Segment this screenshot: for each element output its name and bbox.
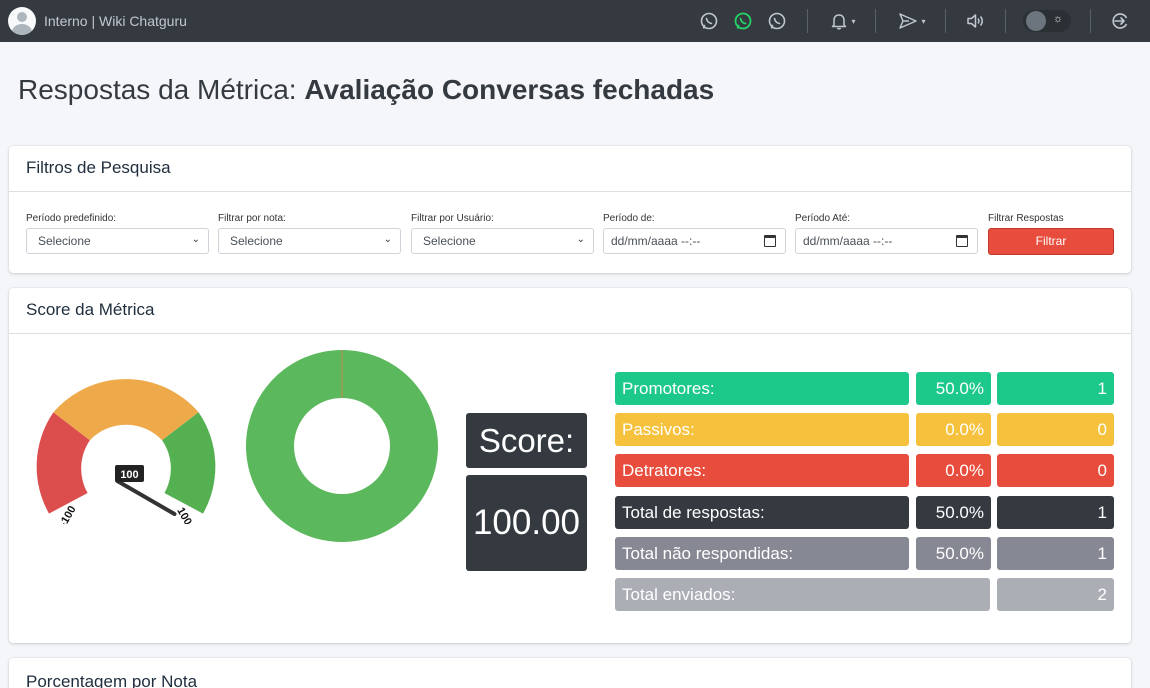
metric-name: Avaliação Conversas fechadas — [304, 74, 715, 105]
whatsapp-active-icon[interactable] — [732, 9, 754, 33]
sun-icon: ☼ — [1053, 13, 1064, 25]
score-value: 100.00 — [472, 503, 581, 542]
card-title: Score da Métrica — [26, 300, 155, 319]
periodo-ate-input[interactable]: dd/mm/aaaa --:-- — [795, 228, 978, 254]
score-label-box: Score: — [466, 413, 587, 468]
gauge-max-label: 100 — [174, 506, 194, 524]
periodo-label: Período predefinido: — [26, 213, 117, 224]
periodo-de-label: Período de: — [603, 213, 655, 224]
chevron-down-icon: ▾ — [851, 16, 856, 26]
brand-link[interactable]: Interno | Wiki Chatguru — [8, 6, 187, 36]
promotores-count: 1 — [997, 372, 1114, 405]
calendar-icon[interactable] — [956, 235, 968, 247]
usuario-select-value: Selecione — [423, 234, 476, 248]
total-respostas-count: 1 — [997, 496, 1114, 529]
nota-select-value: Selecione — [230, 234, 283, 248]
periodo-ate-label: Período Até: — [795, 213, 851, 224]
whatsapp-icon[interactable] — [766, 9, 788, 33]
nota-label: Filtrar por nota: — [218, 213, 286, 224]
periodo-select-value: Selecione — [38, 234, 91, 248]
user-avatar — [8, 7, 36, 35]
periodo-select[interactable]: Selecione ⌄ — [26, 228, 209, 254]
detratores-count: 0 — [997, 454, 1114, 487]
filters-card-header: Filtros de Pesquisa — [9, 146, 1131, 192]
nav-divider — [1090, 9, 1091, 33]
score-gauge: -100 100 100 — [36, 379, 216, 524]
page-title-prefix: Respostas da Métrica: — [18, 74, 305, 105]
score-card: Score da Métrica -100 100 100 Score: 100… — [9, 288, 1131, 643]
usuario-label: Filtrar por Usuário: — [411, 213, 494, 224]
gauge-value-label: 100 — [120, 469, 138, 481]
chevron-down-icon: ⌄ — [576, 234, 585, 245]
total-enviados-count: 2 — [997, 578, 1114, 611]
passivos-percent: 0.0% — [916, 413, 991, 446]
total-nao-respondidas-count: 1 — [997, 537, 1114, 570]
card-title: Porcentagem por Nota — [26, 672, 198, 688]
page-title: Respostas da Métrica: Avaliação Conversa… — [18, 74, 714, 106]
card-title: Filtros de Pesquisa — [26, 158, 171, 177]
volume-icon[interactable] — [963, 9, 987, 33]
periodo-ate-value: dd/mm/aaaa --:-- — [803, 234, 893, 248]
score-card-header: Score da Métrica — [9, 288, 1131, 334]
periodo-de-value: dd/mm/aaaa --:-- — [611, 234, 701, 248]
distribution-donut-chart — [246, 350, 438, 542]
whatsapp-icon[interactable] — [698, 9, 720, 33]
total-respostas-label: Total de respostas: — [615, 496, 909, 529]
brand-text: Interno | Wiki Chatguru — [44, 13, 187, 29]
notifications-dropdown[interactable]: ▾ — [827, 9, 859, 33]
send-icon — [899, 13, 918, 29]
nota-select[interactable]: Selecione ⌄ — [218, 228, 401, 254]
filters-card: Filtros de Pesquisa Período predefinido:… — [9, 146, 1131, 273]
total-enviados-label: Total enviados: — [615, 578, 990, 611]
nav-divider — [807, 9, 808, 33]
nav-divider — [1005, 9, 1006, 33]
chevron-down-icon: ⌄ — [383, 234, 392, 245]
logout-icon[interactable] — [1110, 9, 1132, 33]
total-nao-respondidas-label: Total não respondidas: — [615, 537, 909, 570]
chevron-down-icon: ▾ — [921, 16, 926, 26]
calendar-icon[interactable] — [764, 235, 776, 247]
detratores-percent: 0.0% — [916, 454, 991, 487]
usuario-select[interactable]: Selecione ⌄ — [411, 228, 594, 254]
nav-divider — [875, 9, 876, 33]
theme-toggle[interactable]: ☼ — [1023, 10, 1071, 32]
passivos-count: 0 — [997, 413, 1114, 446]
score-label: Score: — [478, 422, 575, 459]
filtrar-respostas-label: Filtrar Respostas — [988, 213, 1064, 224]
nav-divider — [945, 9, 946, 33]
send-dropdown[interactable]: ▾ — [895, 9, 929, 33]
top-navbar: Interno | Wiki Chatguru ▾ ▾ ☼ — [0, 0, 1150, 42]
passivos-label: Passivos: — [615, 413, 909, 446]
filter-button[interactable]: Filtrar — [988, 228, 1114, 255]
total-nao-respondidas-percent: 50.0% — [916, 537, 991, 570]
gauge-needle — [115, 479, 177, 516]
porcentagem-nota-card: Porcentagem por Nota — [9, 658, 1131, 688]
toggle-knob — [1026, 11, 1046, 31]
promotores-label: Promotores: — [615, 372, 909, 405]
chevron-down-icon: ⌄ — [191, 234, 200, 245]
total-respostas-percent: 50.0% — [916, 496, 991, 529]
score-value-box: 100.00 — [466, 475, 587, 571]
periodo-de-input[interactable]: dd/mm/aaaa --:-- — [603, 228, 786, 254]
detratores-label: Detratores: — [615, 454, 909, 487]
bell-icon — [832, 14, 847, 30]
promotores-percent: 50.0% — [916, 372, 991, 405]
